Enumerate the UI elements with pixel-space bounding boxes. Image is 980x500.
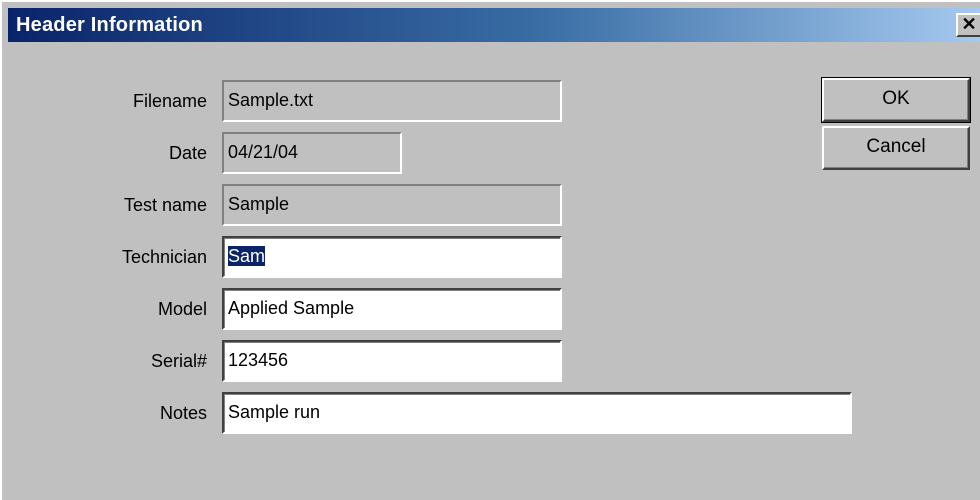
notes-value: Sample run (228, 402, 321, 422)
test-name-value: Sample (228, 194, 290, 214)
serial-input[interactable]: 123456 (222, 340, 562, 382)
notes-input[interactable]: Sample run (222, 392, 852, 434)
close-icon: ✕ (961, 14, 977, 34)
technician-input[interactable]: Sam (222, 236, 562, 278)
cancel-button[interactable]: Cancel (822, 126, 970, 170)
technician-value: Sam (228, 246, 266, 266)
filename-label: Filename (132, 91, 207, 111)
filename-field: Sample.txt (222, 80, 562, 122)
serial-label: Serial# (150, 351, 207, 371)
window-title: Header Information (16, 14, 203, 36)
date-field: 04/21/04 (222, 132, 402, 174)
filename-value: Sample.txt (228, 90, 314, 110)
title-bar[interactable]: Header Information ✕ (8, 8, 980, 42)
serial-value: 123456 (228, 350, 289, 370)
dialog-window: Header Information ✕ Filename Sample.txt… (0, 0, 980, 500)
technician-label: Technician (121, 247, 207, 267)
close-button[interactable]: ✕ (956, 13, 980, 37)
test-name-label: Test name (123, 195, 207, 215)
date-value: 04/21/04 (228, 142, 299, 162)
notes-label: Notes (159, 403, 207, 423)
date-label: Date (168, 143, 207, 163)
model-input[interactable]: Applied Sample (222, 288, 562, 330)
test-name-field: Sample (222, 184, 562, 226)
model-label: Model (157, 299, 207, 319)
model-value: Applied Sample (228, 298, 355, 318)
ok-button[interactable]: OK (821, 77, 971, 123)
